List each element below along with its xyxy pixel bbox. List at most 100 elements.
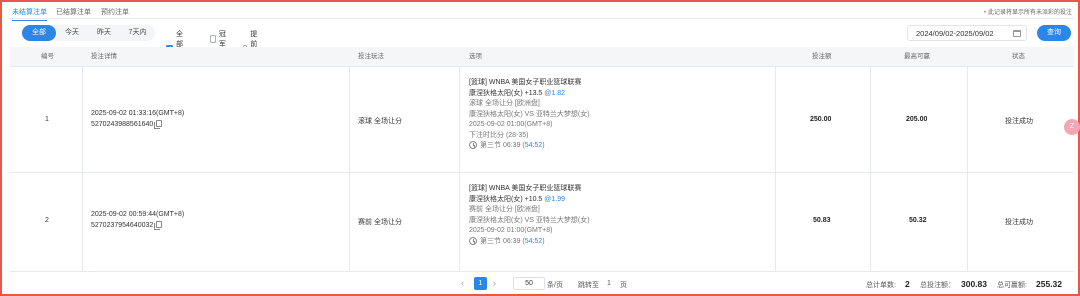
tab-settled[interactable]: 已结算注单 bbox=[56, 7, 91, 17]
column-divider bbox=[775, 173, 776, 272]
page-button-current[interactable]: 1 bbox=[474, 277, 487, 290]
column-divider bbox=[967, 173, 968, 272]
period-clock: 第三节 06:39 bbox=[480, 142, 521, 149]
bet-detail: 2025-09-02 01:33:16(GMT+8) 5270243988561… bbox=[91, 109, 184, 130]
range-segmented-control: 全部 今天 昨天 7天内 bbox=[22, 25, 155, 41]
tab-reserved[interactable]: 预约注单 bbox=[101, 7, 129, 17]
status-text: 投注成功 bbox=[1005, 219, 1033, 226]
window-frame: 未结算注单 已结算注单 预约注单 • 此记录将显示所有未派彩的投注 全部 今天 昨… bbox=[0, 0, 1080, 296]
bet-score: 下注时比分 (28-35) bbox=[469, 131, 529, 139]
row-number: 1 bbox=[45, 116, 49, 123]
order-id-line: 5270243988561640 bbox=[91, 119, 184, 131]
table-row: 2 2025-09-02 00:59:44(GMT+8) 52702379546… bbox=[10, 173, 1074, 272]
clock-icon bbox=[469, 141, 477, 149]
match-teams: 康涅狄格太阳(女) VS 亚特兰大梦想(女) bbox=[469, 110, 590, 118]
total-count-label: 总计单数: bbox=[866, 282, 896, 289]
prev-page-icon[interactable]: ‹ bbox=[461, 278, 464, 288]
total-stake-label: 总投注额： bbox=[920, 282, 955, 289]
max-win-amount: 50.32 bbox=[909, 217, 927, 224]
pick-team: 康涅狄格太阳(女) +10.5 bbox=[469, 195, 543, 203]
next-page-icon[interactable]: › bbox=[493, 278, 496, 288]
odds-value: @1.99 bbox=[544, 195, 566, 203]
notice-bullet-icon: • bbox=[983, 10, 986, 16]
calendar-icon[interactable] bbox=[1013, 30, 1021, 37]
bet-detail: 2025-09-02 00:59:44(GMT+8) 5270237954640… bbox=[91, 210, 184, 231]
row-number: 2 bbox=[45, 217, 49, 224]
page-size-select[interactable]: 50 bbox=[513, 277, 545, 290]
range-all-button[interactable]: 全部 bbox=[22, 25, 56, 41]
floating-assistant-icon[interactable]: Z bbox=[1064, 119, 1080, 135]
clock-icon bbox=[469, 236, 477, 245]
copy-icon[interactable] bbox=[154, 220, 163, 230]
column-divider bbox=[459, 67, 460, 173]
bet-tabs: 未结算注单 已结算注单 预约注单 • 此记录将显示所有未派彩的投注 bbox=[8, 5, 1074, 21]
pick-line: 康涅狄格太阳(女) +13.5 @1.82 bbox=[469, 89, 590, 100]
pick-line: 康涅狄格太阳(女) +10.5 @1.99 bbox=[469, 195, 590, 206]
table-header: 编号 投注详情 投注玩法 选项 投注额 最高可赢 状态 bbox=[10, 47, 1074, 67]
range-today-button[interactable]: 今天 bbox=[56, 25, 88, 41]
page-size-unit: 条/页 bbox=[547, 282, 563, 289]
col-header-no: 编号 bbox=[41, 53, 54, 60]
bet-play: 赛前 全场让分 bbox=[358, 219, 402, 226]
notice-label: 此记录将显示所有未派彩的投注 bbox=[987, 10, 1072, 16]
order-id-line: 5270237954640032 bbox=[91, 220, 184, 232]
column-divider bbox=[82, 173, 83, 272]
column-divider bbox=[82, 67, 83, 173]
bet-time: 2025-09-02 01:33:16(GMT+8) bbox=[91, 110, 185, 117]
checkbox-label: 冠军 bbox=[218, 31, 226, 48]
date-range-value: 2024/09/02-2025/09/02 bbox=[916, 28, 994, 38]
range-7days-button[interactable]: 7天内 bbox=[120, 25, 155, 41]
bet-selection: [篮球] WNBA 美国女子职业篮球联赛 康涅狄格太阳(女) +13.5 @1.… bbox=[469, 78, 590, 152]
column-divider bbox=[870, 67, 871, 173]
total-count-value: 2 bbox=[905, 279, 910, 289]
max-win-amount: 205.00 bbox=[906, 116, 928, 123]
page-unit: 页 bbox=[620, 282, 627, 289]
col-header-details: 投注详情 bbox=[91, 53, 117, 60]
pick-team: 康涅狄格太阳(女) +13.5 bbox=[469, 89, 543, 97]
kickoff-time: 2025-09-02 01:00(GMT+8) bbox=[469, 227, 553, 234]
live-status: 第三节 06:39 (54:52) bbox=[469, 236, 590, 248]
market-type: 滚球 全场让分 [欧洲盘] bbox=[469, 100, 540, 107]
col-header-stake: 投注额 bbox=[812, 53, 832, 60]
column-divider bbox=[349, 173, 350, 272]
live-score: (54:52) bbox=[522, 237, 545, 245]
kickoff-time: 2025-09-02 01:00(GMT+8) bbox=[469, 121, 553, 128]
stake-amount: 250.00 bbox=[810, 116, 832, 123]
column-divider bbox=[967, 67, 968, 173]
champion-checkbox[interactable]: 冠军 bbox=[210, 29, 228, 49]
period-clock: 第三节 06:39 bbox=[480, 237, 521, 245]
status-text: 投注成功 bbox=[1005, 118, 1033, 125]
col-header-selection: 选项 bbox=[469, 53, 482, 60]
odds-value: @1.82 bbox=[544, 89, 566, 97]
tab-unsettled[interactable]: 未结算注单 bbox=[12, 7, 47, 21]
table-footer: ‹ 1 › 50 条/页 跳转至 1 页 总计单数: 2 总投注额： 300.8… bbox=[2, 273, 1080, 295]
stake-amount: 50.83 bbox=[813, 217, 831, 224]
total-stake-value: 300.83 bbox=[961, 279, 987, 289]
bet-play: 滚球 全场让分 bbox=[358, 118, 402, 125]
date-range-picker[interactable]: 2024/09/02-2025/09/02 bbox=[907, 25, 1027, 41]
col-header-max-win: 最高可赢 bbox=[904, 53, 930, 60]
live-score: (54:52) bbox=[522, 142, 545, 149]
order-id[interactable]: 5270243988561640 bbox=[91, 121, 153, 128]
jump-page-input[interactable]: 1 bbox=[607, 280, 611, 287]
live-status: 第三节 06:39 (54:52) bbox=[469, 141, 590, 152]
bet-time: 2025-09-02 00:59:44(GMT+8) bbox=[91, 211, 185, 218]
copy-icon[interactable] bbox=[154, 119, 163, 129]
column-divider bbox=[775, 67, 776, 173]
match-teams: 康涅狄格太阳(女) VS 亚特兰大梦想(女) bbox=[469, 216, 590, 224]
query-button[interactable]: 查询 bbox=[1037, 25, 1071, 41]
market-type: 赛前 全场让分 [欧洲盘] bbox=[469, 206, 540, 213]
checkbox-icon bbox=[210, 35, 216, 43]
order-id[interactable]: 5270237954640032 bbox=[91, 222, 153, 229]
col-header-play: 投注玩法 bbox=[358, 53, 384, 60]
column-divider bbox=[459, 173, 460, 272]
league-name: [篮球] WNBA 美国女子职业篮球联赛 bbox=[469, 79, 582, 86]
jump-label: 跳转至 bbox=[578, 282, 599, 289]
total-win-label: 总可赢额: bbox=[997, 282, 1027, 289]
range-yesterday-button[interactable]: 昨天 bbox=[88, 25, 120, 41]
bet-selection: [篮球] WNBA 美国女子职业篮球联赛 康涅狄格太阳(女) +10.5 @1.… bbox=[469, 184, 590, 247]
column-divider bbox=[870, 173, 871, 272]
column-divider bbox=[349, 67, 350, 173]
league-name: [篮球] WNBA 美国女子职业篮球联赛 bbox=[469, 185, 582, 192]
notice-text: • 此记录将显示所有未派彩的投注 bbox=[984, 7, 1072, 16]
